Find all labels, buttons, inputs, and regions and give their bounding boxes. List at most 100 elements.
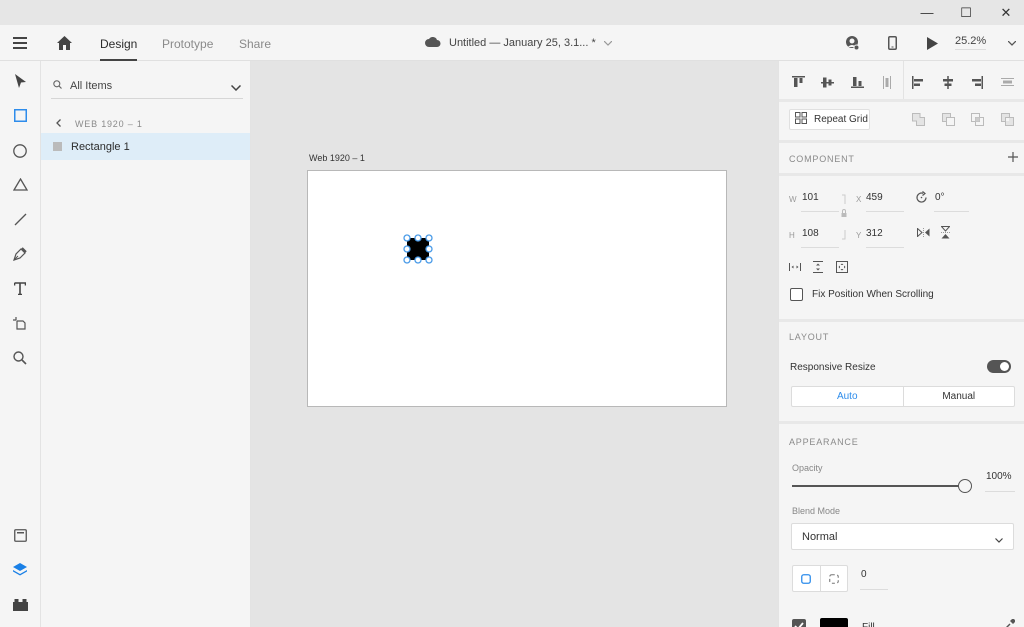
section-divider [779, 319, 1024, 322]
eyedropper-icon[interactable] [1002, 617, 1016, 627]
blend-mode-label: Blend Mode [792, 506, 841, 516]
blend-mode-select[interactable]: Normal [791, 523, 1014, 550]
align-left-icon[interactable] [909, 73, 927, 91]
flip-horizontal-icon[interactable] [915, 224, 931, 240]
artboard-title[interactable]: Web 1920 – 1 [309, 153, 365, 163]
line-tool[interactable] [6, 208, 34, 236]
x-label: X [856, 195, 862, 204]
rotation-input[interactable]: 0° [935, 192, 945, 203]
search-icon [53, 79, 62, 92]
assets-panel-button[interactable] [6, 524, 34, 552]
repeat-grid-button[interactable]: Repeat Grid [789, 109, 870, 130]
distribute-horizontal-icon[interactable] [998, 73, 1016, 91]
opacity-input[interactable]: 100% [986, 471, 1012, 482]
boolean-subtract-icon[interactable] [940, 111, 956, 127]
select-tool[interactable] [6, 69, 34, 97]
zoom-level-input[interactable]: 25.2% [955, 35, 987, 50]
maximize-button[interactable]: ☐ [946, 0, 986, 25]
layer-row[interactable]: Rectangle 1 [41, 133, 250, 160]
opacity-slider[interactable] [792, 479, 972, 493]
y-input[interactable]: 312 [866, 228, 883, 239]
minimize-button[interactable]: — [907, 0, 947, 25]
zoom-tool[interactable] [6, 346, 34, 374]
align-center-icon[interactable] [939, 73, 957, 91]
chevron-down-icon [603, 37, 613, 49]
artboard[interactable] [307, 170, 727, 407]
assets-icon [13, 529, 27, 547]
width-input[interactable]: 101 [802, 192, 819, 203]
width-underline [801, 211, 839, 212]
corner-radius-input[interactable]: 0 [861, 569, 867, 580]
opacity-label: Opacity [792, 463, 823, 473]
rotation-underline [934, 211, 969, 212]
resize-mode-auto[interactable]: Auto [792, 387, 903, 406]
align-right-icon[interactable] [968, 73, 986, 91]
individual-corners-button[interactable] [821, 566, 848, 591]
boolean-exclude-icon[interactable] [999, 111, 1015, 127]
opacity-slider-thumb[interactable] [958, 479, 972, 493]
hamburger-icon[interactable] [10, 33, 30, 53]
fix-position-label: Fix Position When Scrolling [812, 289, 934, 300]
breadcrumb-label: WEB 1920 – 1 [75, 119, 143, 129]
ellipse-icon [13, 143, 27, 163]
boolean-intersect-icon[interactable] [969, 111, 985, 127]
align-top-icon[interactable] [789, 73, 807, 91]
design-canvas[interactable]: Web 1920 – 1 [251, 61, 778, 627]
home-icon[interactable] [54, 33, 74, 53]
section-divider [779, 140, 1024, 143]
selected-rectangle[interactable] [403, 234, 433, 264]
x-underline [866, 211, 904, 212]
manual-label: Manual [942, 391, 976, 402]
line-icon [14, 213, 27, 231]
invite-user-icon[interactable] [843, 33, 861, 53]
fix-position-checkbox[interactable] [790, 288, 803, 301]
lock-aspect-icon[interactable] [840, 194, 848, 240]
layers-panel-button[interactable] [6, 558, 34, 586]
boolean-add-icon[interactable] [910, 111, 926, 127]
plugins-panel-button[interactable] [6, 593, 34, 621]
fill-color-swatch[interactable] [820, 618, 848, 627]
add-component-icon[interactable] [1006, 150, 1020, 164]
align-middle-icon[interactable] [818, 73, 836, 91]
layers-breadcrumb[interactable]: WEB 1920 – 1 [51, 119, 143, 129]
text-tool[interactable] [6, 277, 34, 305]
layer-filter-label: All Items [70, 79, 113, 92]
text-icon [13, 282, 27, 300]
zoom-dropdown-chevron-icon[interactable] [1006, 35, 1018, 51]
opacity-slider-track [792, 485, 960, 487]
artboard-tool[interactable] [6, 312, 34, 340]
align-bottom-icon[interactable] [848, 73, 866, 91]
resize-mode-manual[interactable]: Manual [902, 387, 1015, 406]
flip-vertical-icon[interactable] [937, 224, 953, 240]
polygon-tool[interactable] [6, 173, 34, 201]
divider [903, 61, 904, 99]
pen-tool[interactable] [6, 242, 34, 270]
app-bar: Design Prototype Share Untitled — Januar… [0, 25, 1024, 61]
x-input[interactable]: 459 [866, 192, 883, 203]
height-input[interactable]: 108 [802, 228, 819, 239]
fit-width-icon[interactable] [787, 260, 803, 274]
device-preview-icon[interactable] [884, 33, 900, 53]
resize-handle [403, 234, 411, 242]
layer-filter-dropdown[interactable]: All Items [51, 73, 243, 99]
auto-label: Auto [836, 391, 858, 402]
play-preview-icon[interactable] [922, 33, 942, 53]
uniform-corners-button[interactable] [793, 566, 821, 591]
rectangle-tool[interactable] [6, 104, 34, 132]
tab-share[interactable]: Share [239, 25, 271, 61]
document-title[interactable]: Untitled — January 25, 3.1... * [425, 25, 613, 61]
distribute-vertical-icon[interactable] [878, 73, 896, 91]
ellipse-tool[interactable] [6, 139, 34, 167]
layers-panel: All Items WEB 1920 – 1 Rectangle 1 [41, 61, 251, 627]
fit-content-icon[interactable] [834, 259, 850, 275]
chevron-down-icon [230, 82, 242, 94]
checkmark-icon [794, 622, 804, 627]
tab-prototype[interactable]: Prototype [162, 25, 213, 61]
tab-design[interactable]: Design [100, 25, 138, 61]
maximize-icon: ☐ [960, 4, 972, 20]
fit-height-icon[interactable] [810, 259, 826, 275]
property-inspector: Repeat Grid COMPONENT W 101 H 108 X 459 … [778, 61, 1024, 627]
responsive-resize-toggle[interactable] [987, 360, 1011, 373]
close-button[interactable]: ✕ [986, 0, 1024, 25]
fill-checkbox[interactable] [792, 619, 806, 627]
